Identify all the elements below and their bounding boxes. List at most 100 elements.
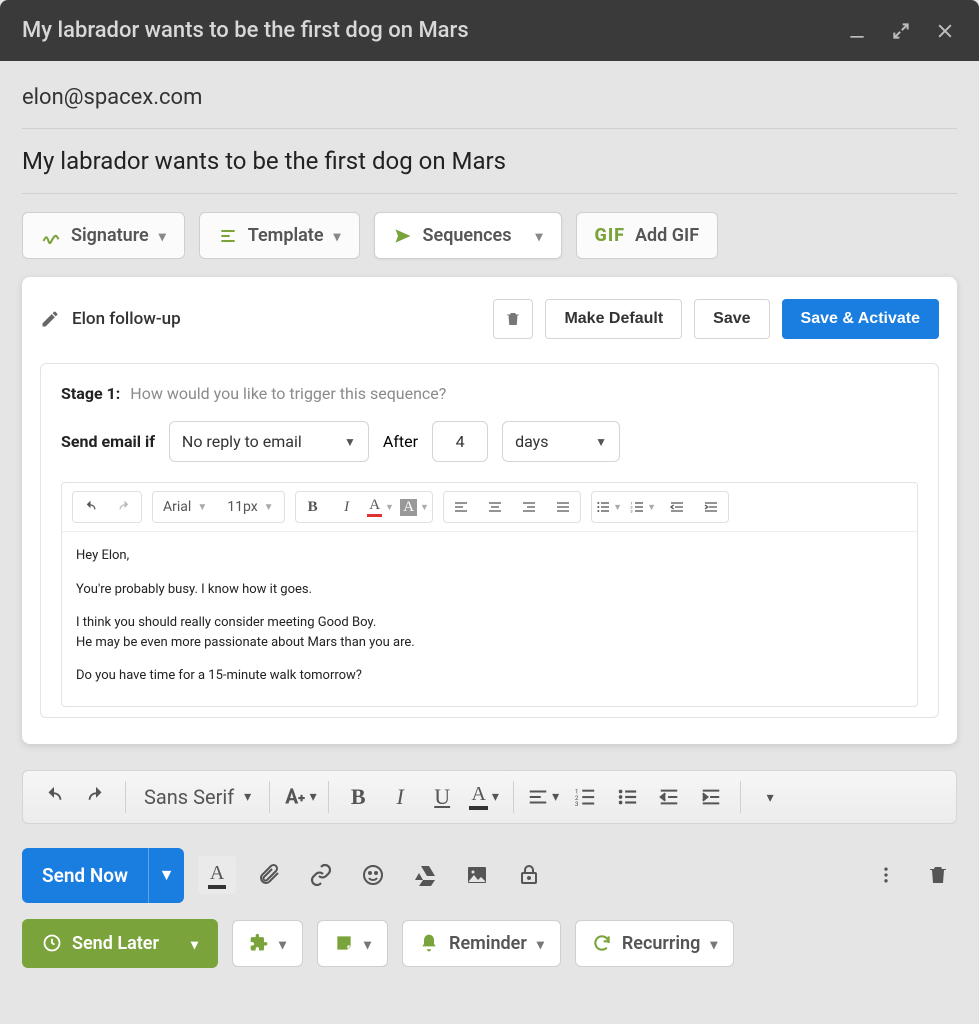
redo-icon[interactable]	[77, 778, 115, 816]
gif-icon: GIF	[595, 225, 625, 246]
save-button[interactable]: Save	[694, 299, 769, 339]
puzzle-icon	[249, 933, 269, 953]
editor-body[interactable]: Hey Elon, You're probably busy. I know h…	[62, 532, 917, 706]
recurring-icon	[592, 933, 612, 953]
outdent-icon[interactable]	[660, 492, 694, 522]
align-left-icon[interactable]	[444, 492, 478, 522]
sequences-label: Sequences	[423, 225, 512, 246]
highlight-icon[interactable]: A▼	[398, 492, 432, 522]
sequences-button[interactable]: Sequences	[374, 212, 562, 259]
italic-icon[interactable]: I	[330, 492, 364, 522]
template-button[interactable]: Template	[199, 212, 360, 259]
discard-icon[interactable]	[919, 856, 957, 894]
sequence-name[interactable]: Elon follow-up	[72, 309, 181, 329]
indent-icon[interactable]	[694, 492, 728, 522]
close-icon[interactable]	[933, 19, 957, 43]
number-list-icon[interactable]: 123▼	[626, 492, 660, 522]
panel-header: Elon follow-up Make Default Save Save & …	[40, 299, 939, 339]
chevron-down-icon	[279, 933, 286, 954]
chevron-down-icon	[364, 933, 371, 954]
align-right-icon[interactable]	[512, 492, 546, 522]
italic-icon[interactable]: I	[381, 778, 419, 816]
font-select[interactable]: Arial▼	[153, 492, 217, 522]
attachment-icon[interactable]	[250, 856, 288, 894]
signature-label: Signature	[71, 225, 149, 246]
action-row: Signature Template Sequences GIF Add GIF	[0, 194, 979, 259]
sequence-panel: Elon follow-up Make Default Save Save & …	[22, 277, 957, 744]
body-line: You're probably busy. I know how it goes…	[76, 580, 903, 600]
align-justify-icon[interactable]	[546, 492, 580, 522]
body-line: Hey Elon,	[76, 546, 903, 566]
send-row: Send Now ▼ A	[0, 824, 979, 903]
recurring-button[interactable]: Recurring	[575, 920, 735, 967]
save-activate-button[interactable]: Save & Activate	[782, 299, 939, 339]
add-gif-label: Add GIF	[635, 225, 699, 246]
add-gif-button[interactable]: GIF Add GIF	[576, 212, 719, 259]
underline-icon[interactable]: U	[423, 778, 461, 816]
image-icon[interactable]	[458, 856, 496, 894]
more-format-icon[interactable]	[751, 778, 789, 816]
chevron-down-icon	[536, 225, 543, 246]
align-center-icon[interactable]	[478, 492, 512, 522]
trigger-row: Send email if No reply to email ▼ After …	[61, 421, 918, 462]
puzzle-button[interactable]	[232, 920, 303, 967]
text-color-icon[interactable]: A▼	[364, 492, 398, 522]
undo-icon[interactable]	[35, 778, 73, 816]
compose-window: My labrador wants to be the first dog on…	[0, 0, 979, 990]
make-default-button[interactable]: Make Default	[545, 299, 682, 339]
pencil-icon[interactable]	[40, 309, 60, 329]
signature-button[interactable]: Signature	[22, 212, 185, 259]
send-later-button[interactable]: Send Later	[22, 919, 218, 968]
window-title: My labrador wants to be the first dog on…	[22, 18, 469, 43]
stage-hint: How would you like to trigger this seque…	[130, 384, 446, 403]
note-button[interactable]	[317, 920, 388, 967]
after-input[interactable]: 4	[432, 421, 488, 462]
minimize-icon[interactable]	[845, 19, 869, 43]
redo-icon[interactable]	[107, 492, 141, 522]
expand-icon[interactable]	[889, 19, 913, 43]
delete-button[interactable]	[493, 299, 533, 339]
undo-icon[interactable]	[73, 492, 107, 522]
send-now-button[interactable]: Send Now ▼	[22, 848, 184, 903]
more-icon[interactable]	[867, 856, 905, 894]
send-if-label: Send email if	[61, 432, 155, 451]
body-line: I think you should really consider meeti…	[76, 613, 903, 633]
editor-toolbar: Arial▼ 11px▼ B I A▼ A▼	[62, 483, 917, 532]
header-fields: elon@spacex.com My labrador wants to be …	[0, 61, 979, 194]
text-color-tool-icon[interactable]: A	[198, 856, 236, 894]
bold-icon[interactable]: B	[339, 778, 377, 816]
chevron-down-icon	[334, 225, 341, 246]
font-family-select[interactable]: Sans Serif	[136, 785, 259, 809]
subject-field[interactable]: My labrador wants to be the first dog on…	[22, 129, 957, 194]
trigger-select[interactable]: No reply to email ▼	[169, 421, 369, 462]
drive-icon[interactable]	[406, 856, 444, 894]
confidential-icon[interactable]	[510, 856, 548, 894]
body-line: He may be even more passionate about Mar…	[76, 633, 903, 653]
bell-icon	[419, 933, 439, 953]
number-list-icon[interactable]: 123	[566, 778, 604, 816]
indent-icon[interactable]	[692, 778, 730, 816]
stage-box: Stage 1: How would you like to trigger t…	[40, 363, 939, 718]
unit-value: days	[515, 432, 548, 451]
bullet-list-icon[interactable]	[608, 778, 646, 816]
stage-label: Stage 1:	[61, 384, 120, 403]
send-now-dropdown[interactable]: ▼	[148, 848, 184, 903]
emoji-icon[interactable]	[354, 856, 392, 894]
to-field[interactable]: elon@spacex.com	[22, 75, 957, 129]
text-color-icon[interactable]: A	[465, 778, 503, 816]
reminder-button[interactable]: Reminder	[402, 920, 561, 967]
note-icon	[334, 933, 354, 953]
unit-select[interactable]: days ▼	[502, 421, 620, 462]
body-line: Do you have time for a 15-minute walk to…	[76, 666, 903, 686]
link-icon[interactable]	[302, 856, 340, 894]
font-size-icon[interactable]	[280, 778, 318, 816]
stage-header: Stage 1: How would you like to trigger t…	[61, 384, 918, 403]
after-value: 4	[456, 432, 465, 451]
size-select[interactable]: 11px▼	[217, 492, 283, 522]
bullet-list-icon[interactable]: ▼	[592, 492, 626, 522]
outdent-icon[interactable]	[650, 778, 688, 816]
bold-icon[interactable]: B	[296, 492, 330, 522]
clock-icon	[42, 933, 62, 953]
chevron-down-icon	[537, 933, 544, 954]
align-icon[interactable]	[524, 778, 562, 816]
